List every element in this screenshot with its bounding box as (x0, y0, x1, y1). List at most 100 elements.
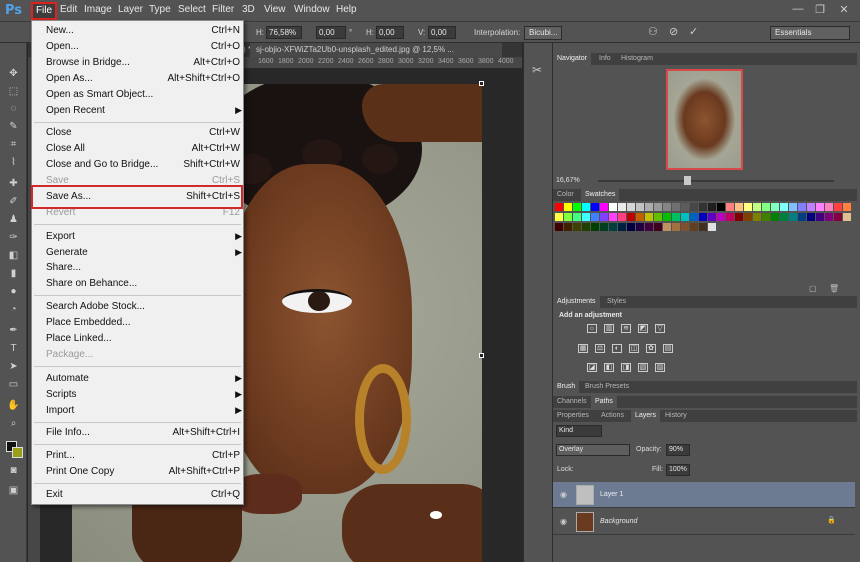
swatch[interactable] (735, 213, 743, 221)
menu-close[interactable]: Close Ctrl+W (46, 127, 242, 141)
swatch[interactable] (807, 213, 815, 221)
commit-transform-icon[interactable]: ✓ (689, 25, 698, 38)
angle-field[interactable]: 0,00 (316, 26, 346, 39)
path-select-tool-icon[interactable]: ➤ (7, 360, 20, 373)
adjustment-icon[interactable]: ▧ (638, 363, 648, 372)
menu-help[interactable]: Help (336, 4, 357, 15)
fill-field[interactable]: 100% (666, 464, 690, 476)
swatch[interactable] (627, 203, 635, 211)
menu-scripts[interactable]: Scripts ▶ (46, 389, 242, 403)
swatch[interactable] (645, 223, 653, 231)
tab-properties[interactable]: Properties (553, 410, 593, 422)
move-tool-icon[interactable]: ✥ (7, 67, 20, 80)
new-swatch-icon[interactable]: ▢ (809, 284, 817, 293)
h-scale-field[interactable]: 76,58% (266, 26, 302, 39)
swatch[interactable] (672, 223, 680, 231)
swatch[interactable] (807, 203, 815, 211)
swatch[interactable] (636, 213, 644, 221)
swatch[interactable] (609, 213, 617, 221)
swatch[interactable] (663, 203, 671, 211)
quick-mask-icon[interactable]: ◙ (7, 464, 20, 477)
menu-revert[interactable]: Revert F12 (46, 207, 242, 221)
swatch[interactable] (600, 203, 608, 211)
brush-tool-icon[interactable]: ✐ (7, 195, 20, 208)
minimize-icon[interactable]: — (790, 3, 806, 17)
swatch[interactable] (582, 213, 590, 221)
gradient-tool-icon[interactable]: ▮ (7, 267, 20, 280)
menu-open-as[interactable]: Open As... Alt+Shift+Ctrl+O (46, 73, 242, 87)
document-tab[interactable]: sj-objio-XFWiZTa2Ub0-unsplash_edited.jpg… (250, 43, 502, 57)
tab-history[interactable]: History (661, 410, 691, 422)
restore-icon[interactable]: ❐ (812, 3, 828, 17)
menu-export[interactable]: Export ▶ (46, 231, 242, 245)
menu-package[interactable]: Package... (46, 349, 242, 363)
swatch[interactable] (780, 203, 788, 211)
swatch[interactable] (555, 223, 563, 231)
swatch[interactable] (582, 203, 590, 211)
adjustment-icon[interactable]: ◪ (587, 363, 597, 372)
swatch[interactable] (753, 203, 761, 211)
adjustment-icon[interactable]: ◨ (621, 363, 631, 372)
adjustment-icon[interactable]: ⚖ (595, 344, 605, 353)
swatch[interactable] (663, 223, 671, 231)
swatch[interactable] (636, 223, 644, 231)
eraser-tool-icon[interactable]: ◧ (7, 249, 20, 262)
workspace-dropdown[interactable]: Essentials (770, 26, 850, 40)
swatch[interactable] (708, 223, 716, 231)
swatch[interactable] (717, 213, 725, 221)
swatch[interactable] (654, 223, 662, 231)
menu-file[interactable]: File (31, 2, 57, 20)
swatch[interactable] (699, 203, 707, 211)
menu-share[interactable]: Share... (46, 262, 242, 276)
adjustment-icon[interactable]: ▤ (663, 344, 673, 353)
swatch[interactable] (645, 213, 653, 221)
swatch[interactable] (681, 223, 689, 231)
menu-automate[interactable]: Automate ▶ (46, 373, 242, 387)
menu-select[interactable]: Select (178, 4, 206, 15)
blur-tool-icon[interactable]: ● (7, 285, 20, 298)
swatch[interactable] (591, 223, 599, 231)
swatch[interactable] (591, 203, 599, 211)
swatch[interactable] (636, 203, 644, 211)
swatch[interactable] (843, 213, 851, 221)
tab-swatches[interactable]: Swatches (581, 189, 620, 201)
swatch[interactable] (681, 203, 689, 211)
swatch[interactable] (600, 223, 608, 231)
warp-icon[interactable]: ⚇ (648, 25, 658, 38)
tab-styles[interactable]: Styles (603, 296, 630, 308)
swatch[interactable] (672, 203, 680, 211)
h-skew-field[interactable]: 0,00 (376, 26, 404, 39)
navigator-thumbnail[interactable] (666, 69, 743, 170)
menu-close-go-bridge[interactable]: Close and Go to Bridge... Shift+Ctrl+W (46, 159, 242, 173)
tab-adjustments[interactable]: Adjustments (553, 296, 600, 308)
swatch[interactable] (798, 203, 806, 211)
opacity-field[interactable]: 90% (666, 444, 690, 456)
quick-select-tool-icon[interactable]: ✎ (7, 120, 20, 133)
swatch[interactable] (573, 223, 581, 231)
tools-preset-icon[interactable]: ✂ (532, 63, 542, 77)
tab-actions[interactable]: Actions (597, 410, 628, 422)
swatch[interactable] (564, 223, 572, 231)
marquee-tool-icon[interactable]: ⬚ (7, 85, 20, 98)
transform-handle[interactable] (479, 353, 484, 358)
swatch[interactable] (690, 223, 698, 231)
adjustment-icon[interactable]: ▽ (655, 324, 665, 333)
swatch[interactable] (555, 203, 563, 211)
swatch[interactable] (627, 213, 635, 221)
swatch[interactable] (789, 213, 797, 221)
swatch[interactable] (609, 203, 617, 211)
swatch[interactable] (699, 213, 707, 221)
eyedropper-tool-icon[interactable]: ⌇ (7, 156, 20, 169)
layer-row-layer-1[interactable]: ◉ Layer 1 (553, 482, 855, 508)
swatch[interactable] (609, 223, 617, 231)
tab-navigator[interactable]: Navigator (553, 53, 591, 65)
swatch[interactable] (654, 203, 662, 211)
shape-tool-icon[interactable]: ▭ (7, 378, 20, 391)
menu-image[interactable]: Image (84, 4, 112, 15)
adjustment-icon[interactable]: ✿ (646, 344, 656, 353)
adjustment-icon[interactable]: ▨ (655, 363, 665, 372)
menu-open-recent[interactable]: Open Recent ▶ (46, 105, 242, 119)
adjustment-icon[interactable]: ≋ (621, 324, 631, 333)
swatch[interactable] (600, 213, 608, 221)
pen-tool-icon[interactable]: ✒ (7, 324, 20, 337)
